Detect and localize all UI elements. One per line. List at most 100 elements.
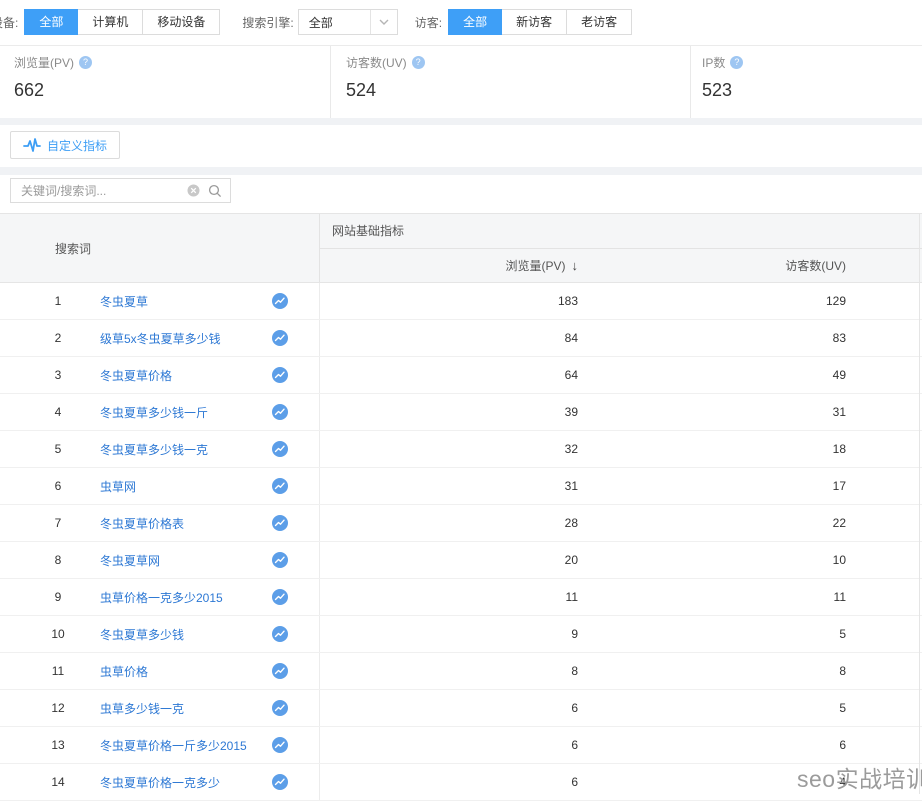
trend-chart-icon[interactable]	[272, 404, 288, 420]
trend-chart-icon[interactable]	[272, 737, 288, 753]
row-rank: 11	[40, 664, 76, 678]
pv-value-cell: 31	[320, 468, 578, 504]
uv-value-cell: 17	[578, 468, 846, 504]
row-rank: 9	[40, 590, 76, 604]
device-option-all[interactable]: 全部	[24, 9, 78, 35]
row-rank: 10	[40, 627, 76, 641]
row-rank: 1	[40, 294, 76, 308]
table-row: 14 冬虫夏草价格一克多少 6 4	[0, 764, 922, 801]
uv-value-cell: 11	[578, 579, 846, 615]
device-option-mobile[interactable]: 移动设备	[143, 9, 220, 35]
keyword-link[interactable]: 冬虫夏草多少钱一斤	[100, 404, 208, 421]
row-rank: 7	[40, 516, 76, 530]
keyword-link[interactable]: 冬虫夏草多少钱一克	[100, 441, 208, 458]
keyword-search-input[interactable]	[19, 183, 179, 199]
keyword-cell: 5 冬虫夏草多少钱一克	[0, 431, 320, 467]
pv-value-cell: 6	[320, 690, 578, 726]
uv-value-cell: 6	[578, 727, 846, 763]
keyword-link[interactable]: 虫草多少钱一克	[100, 700, 184, 717]
keyword-link[interactable]: 虫草价格一克多少2015	[100, 589, 223, 606]
trend-chart-icon[interactable]	[272, 367, 288, 383]
chevron-down-icon[interactable]	[370, 10, 397, 34]
uv-value-cell: 18	[578, 431, 846, 467]
keyword-cell: 8 冬虫夏草网	[0, 542, 320, 578]
keyword-cell: 12 虫草多少钱一克	[0, 690, 320, 726]
row-rank: 6	[40, 479, 76, 493]
pv-value-cell: 183	[320, 283, 578, 319]
visitor-option-new[interactable]: 新访客	[502, 9, 567, 35]
keyword-link[interactable]: 冬虫夏草多少钱	[100, 626, 184, 643]
help-icon[interactable]	[730, 56, 743, 69]
trend-chart-icon[interactable]	[272, 293, 288, 309]
device-option-pc[interactable]: 计算机	[78, 9, 143, 35]
uv-value-cell: 31	[578, 394, 846, 430]
column-header-pv[interactable]: 浏览量(PV) ↓	[320, 257, 578, 274]
uv-value-cell: 10	[578, 542, 846, 578]
row-rank: 2	[40, 331, 76, 345]
trend-chart-icon[interactable]	[272, 663, 288, 679]
custom-metric-button[interactable]: 自定义指标	[10, 131, 120, 159]
visitor-filter-group: 全部 新访客 老访客	[448, 9, 632, 35]
table-header: 搜索词 网站基础指标 浏览量(PV) ↓ 访客数(UV)	[0, 213, 922, 283]
table-row: 6 虫草网 31 17	[0, 468, 922, 505]
stat-uv-label-row: 访客数(UV)	[346, 54, 690, 71]
search-engine-filter-label: 搜索引擎:	[242, 14, 293, 31]
column-header-uv[interactable]: 访客数(UV)	[578, 257, 846, 274]
metrics-subheader-row: 浏览量(PV) ↓ 访客数(UV)	[320, 249, 922, 282]
help-icon[interactable]	[412, 56, 425, 69]
visitor-option-all[interactable]: 全部	[448, 9, 502, 35]
keyword-table: 搜索词 网站基础指标 浏览量(PV) ↓ 访客数(UV) 1 冬虫夏草	[0, 213, 922, 801]
keyword-link[interactable]: 冬虫夏草价格一克多少	[100, 774, 220, 791]
keyword-link[interactable]: 冬虫夏草价格表	[100, 515, 184, 532]
uv-value-cell: 5	[578, 616, 846, 652]
keyword-link[interactable]: 冬虫夏草价格	[100, 367, 172, 384]
stat-pv-label-row: 浏览量(PV)	[14, 54, 330, 71]
trend-chart-icon[interactable]	[272, 478, 288, 494]
filter-bar: 设备: 全部 计算机 移动设备 搜索引擎: 全部 访客: 全部 新访客 老访客	[0, 9, 632, 35]
stat-ip: IP数 523	[690, 46, 922, 118]
keyword-cell: 14 冬虫夏草价格一克多少	[0, 764, 320, 800]
keyword-cell: 13 冬虫夏草价格一斤多少2015	[0, 727, 320, 763]
trend-chart-icon[interactable]	[272, 626, 288, 642]
trend-chart-icon[interactable]	[272, 552, 288, 568]
keyword-link[interactable]: 冬虫夏草	[100, 293, 148, 310]
uv-value-cell: 5	[578, 690, 846, 726]
uv-value-cell: 129	[578, 283, 846, 319]
trend-chart-icon[interactable]	[272, 330, 288, 346]
keyword-cell: 2 级草5x冬虫夏草多少钱	[0, 320, 320, 356]
search-icon[interactable]	[208, 184, 222, 198]
uv-value-cell: 22	[578, 505, 846, 541]
trend-chart-icon[interactable]	[272, 700, 288, 716]
keyword-link[interactable]: 冬虫夏草网	[100, 552, 160, 569]
clear-input-icon[interactable]	[187, 184, 200, 197]
trend-chart-icon[interactable]	[272, 515, 288, 531]
table-row: 1 冬虫夏草 183 129	[0, 283, 922, 320]
pv-value-cell: 32	[320, 431, 578, 467]
row-rank: 3	[40, 368, 76, 382]
row-rank: 12	[40, 701, 76, 715]
search-engine-select[interactable]: 全部	[298, 9, 398, 35]
help-icon[interactable]	[79, 56, 92, 69]
trend-chart-icon[interactable]	[272, 774, 288, 790]
keyword-search-box	[10, 178, 231, 203]
stat-uv-value: 524	[346, 80, 690, 101]
pv-value-cell: 20	[320, 542, 578, 578]
row-rank: 14	[40, 775, 76, 789]
visitor-option-returning[interactable]: 老访客	[567, 9, 632, 35]
table-row: 2 级草5x冬虫夏草多少钱 84 83	[0, 320, 922, 357]
table-row: 3 冬虫夏草价格 64 49	[0, 357, 922, 394]
keyword-link[interactable]: 虫草价格	[100, 663, 148, 680]
keyword-link[interactable]: 级草5x冬虫夏草多少钱	[100, 330, 221, 347]
trend-chart-icon[interactable]	[272, 441, 288, 457]
keyword-cell: 1 冬虫夏草	[0, 283, 320, 319]
stat-uv: 访客数(UV) 524	[330, 46, 690, 118]
table-row: 10 冬虫夏草多少钱 9 5	[0, 616, 922, 653]
metrics-group-header: 网站基础指标	[320, 214, 922, 249]
filter-stats-panel: 设备: 全部 计算机 移动设备 搜索引擎: 全部 访客: 全部 新访客 老访客 …	[0, 0, 922, 118]
pv-value-cell: 6	[320, 764, 578, 800]
table-row: 12 虫草多少钱一克 6 5	[0, 690, 922, 727]
keyword-link[interactable]: 冬虫夏草价格一斤多少2015	[100, 737, 247, 754]
trend-chart-icon[interactable]	[272, 589, 288, 605]
keyword-link[interactable]: 虫草网	[100, 478, 136, 495]
keyword-cell: 4 冬虫夏草多少钱一斤	[0, 394, 320, 430]
